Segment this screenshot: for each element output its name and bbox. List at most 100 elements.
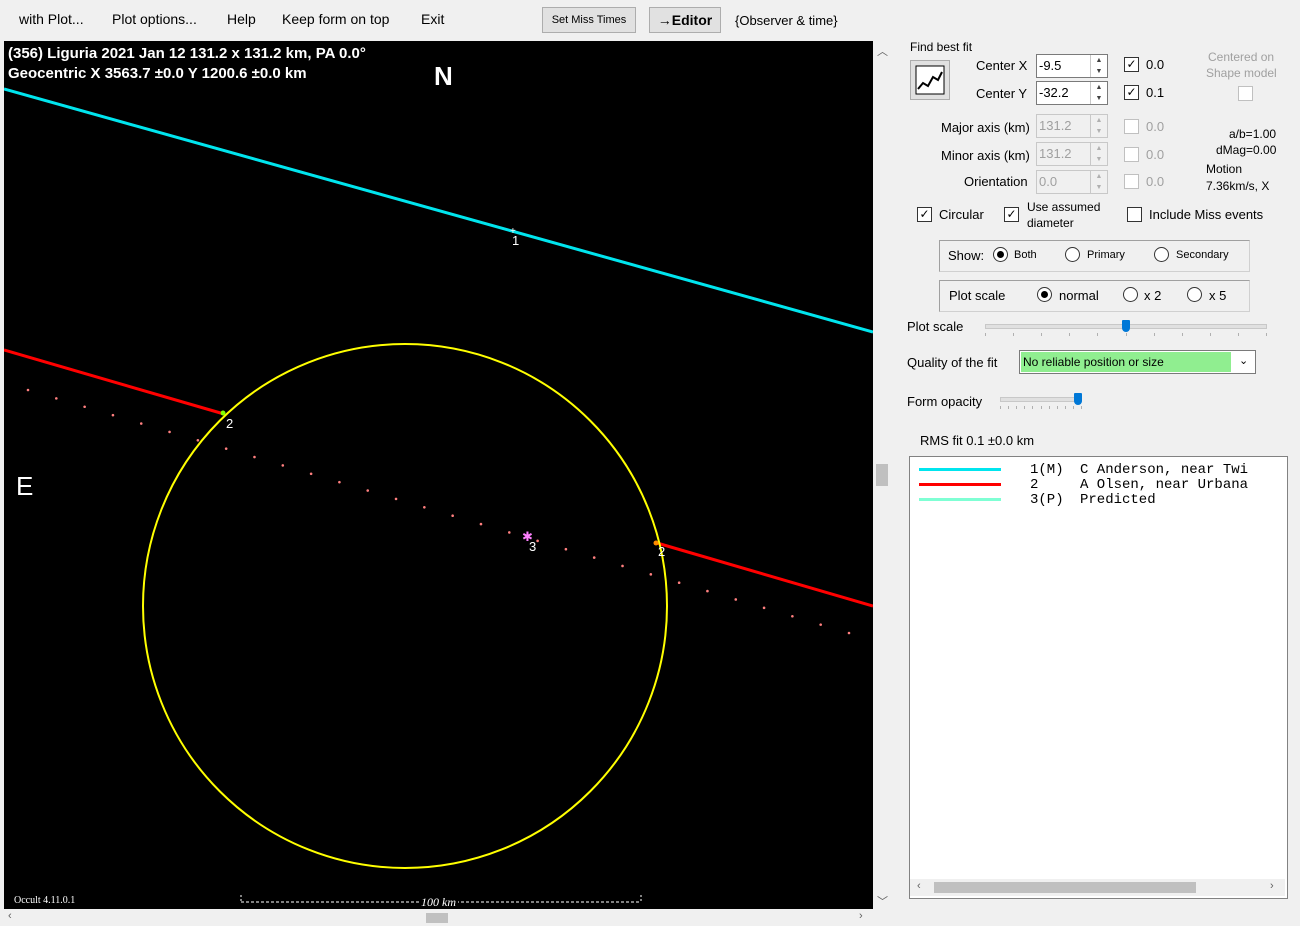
- editor-button[interactable]: →Editor: [649, 7, 721, 33]
- plot-scale-slider-thumb[interactable]: [1122, 320, 1130, 332]
- predicted-path-dot: [111, 413, 115, 417]
- minor-axis-checkbox[interactable]: [1124, 147, 1139, 162]
- center-x-up-icon[interactable]: ▲: [1091, 55, 1107, 66]
- set-miss-times-button[interactable]: Set Miss Times: [542, 7, 636, 33]
- legend-scroll-right-icon[interactable]: ›: [1270, 880, 1274, 892]
- minor-axis-input[interactable]: 131.2 ▲ ▼: [1036, 142, 1108, 166]
- circular-checkbox[interactable]: ✓: [917, 207, 932, 222]
- show-both-label: Both: [1014, 249, 1037, 261]
- scale-normal-radio[interactable]: [1037, 287, 1052, 302]
- shape-model-label: Shape model: [1206, 66, 1277, 80]
- predicted-path-dot: [536, 539, 539, 543]
- legend-text-3: Predicted: [1080, 492, 1156, 508]
- center-x-down-icon[interactable]: ▼: [1091, 66, 1107, 77]
- menu-keep-on-top[interactable]: Keep form on top: [282, 11, 389, 27]
- center-y-checkbox[interactable]: ✓: [1124, 85, 1139, 100]
- scroll-left-icon[interactable]: ‹: [8, 910, 12, 922]
- legend-text-1: C Anderson, near Twi: [1080, 462, 1249, 478]
- use-assumed-checkbox[interactable]: ✓: [1004, 207, 1019, 222]
- orientation-input[interactable]: 0.0 ▲ ▼: [1036, 170, 1108, 194]
- menu-with-plot[interactable]: with Plot...: [19, 11, 84, 27]
- find-best-fit-button[interactable]: [910, 60, 950, 100]
- menu-exit[interactable]: Exit: [421, 11, 444, 27]
- major-axis-step: 0.0: [1146, 119, 1165, 134]
- horizontal-scroll-thumb[interactable]: [426, 913, 448, 923]
- center-x-checkbox[interactable]: ✓: [1124, 57, 1139, 72]
- chord-label-2-west: 2: [226, 416, 234, 431]
- legend-item[interactable]: 1(M) C Anderson, near Twi: [910, 462, 1287, 478]
- show-both-radio[interactable]: [993, 247, 1008, 262]
- observer-legend-list[interactable]: 1(M) C Anderson, near Twi 2 A Olsen, nea…: [909, 456, 1288, 899]
- orientation-up-icon[interactable]: ▲: [1091, 171, 1107, 182]
- scroll-right-icon[interactable]: ›: [859, 910, 863, 922]
- show-primary-radio[interactable]: [1065, 247, 1080, 262]
- menu-plot-options[interactable]: Plot options...: [112, 11, 197, 27]
- legend-text-2: A Olsen, near Urbana: [1080, 477, 1249, 493]
- center-y-step: 0.1: [1146, 85, 1165, 100]
- form-opacity-slider-thumb[interactable]: [1074, 393, 1082, 405]
- scroll-down-icon[interactable]: ﹀: [877, 893, 888, 909]
- major-axis-input[interactable]: 131.2 ▲ ▼: [1036, 114, 1108, 138]
- minor-axis-up-icon[interactable]: ▲: [1091, 143, 1107, 154]
- predicted-path-dot: [196, 438, 200, 442]
- quality-select[interactable]: No reliable position or size ⌄: [1019, 350, 1256, 374]
- orientation-down-icon[interactable]: ▼: [1091, 182, 1107, 193]
- chord-label-1: 1: [512, 233, 520, 248]
- plot-scale-slider[interactable]: [985, 318, 1267, 338]
- predicted-path-dot: [762, 606, 766, 610]
- include-miss-checkbox[interactable]: [1127, 207, 1142, 222]
- predicted-path-dot: [253, 455, 256, 459]
- plot-scale-group-label: Plot scale: [949, 288, 1006, 303]
- menu-help[interactable]: Help: [227, 11, 256, 27]
- observer-time-menu[interactable]: {Observer & time}: [735, 13, 838, 28]
- legend-scroll-thumb[interactable]: [934, 882, 1196, 893]
- vertical-scroll-thumb[interactable]: [876, 464, 888, 486]
- predicted-path-dot: [649, 573, 653, 576]
- legend-scroll-left-icon[interactable]: ‹: [917, 880, 921, 892]
- predicted-path-dot: [423, 506, 426, 509]
- minor-axis-down-icon[interactable]: ▼: [1091, 154, 1107, 165]
- minor-axis-label: Minor axis (km): [941, 148, 1030, 163]
- scale-x2-radio[interactable]: [1123, 287, 1138, 302]
- center-y-down-icon[interactable]: ▼: [1091, 93, 1107, 104]
- rms-fit-label: RMS fit 0.1 ±0.0 km: [920, 433, 1035, 448]
- plot-horizontal-scrollbar[interactable]: ‹ ›: [4, 909, 873, 926]
- center-y-input[interactable]: -32.2 ▲ ▼: [1036, 81, 1108, 105]
- center-x-input[interactable]: -9.5 ▲ ▼: [1036, 54, 1108, 78]
- form-opacity-slider[interactable]: [1000, 391, 1082, 411]
- scale-x5-label: x 5: [1209, 288, 1227, 303]
- occultation-plot: + ✱ (356) Liguria 2021 Jan 12 131.2 x 13…: [4, 41, 873, 909]
- plot-vertical-scrollbar[interactable]: ︿ ﹀: [873, 41, 891, 909]
- show-secondary-label: Secondary: [1176, 249, 1229, 261]
- shape-model-checkbox[interactable]: [1238, 86, 1253, 101]
- scale-x5-radio[interactable]: [1187, 287, 1202, 302]
- centered-on-label: Centered on: [1208, 50, 1275, 64]
- dmag-value: dMag=0.00: [1216, 143, 1277, 157]
- center-y-label: Center Y: [976, 86, 1028, 101]
- predicted-path-dot: [139, 422, 143, 425]
- include-miss-label: Include Miss events: [1149, 207, 1264, 222]
- predicted-path-dot: [309, 472, 313, 476]
- predicted-path-dot: [224, 447, 228, 450]
- major-axis-checkbox[interactable]: [1124, 119, 1139, 134]
- plot-geocentric: Geocentric X 3563.7 ±0.0 Y 1200.6 ±0.0 k…: [8, 65, 307, 82]
- legend-id-1: 1(M): [1030, 462, 1064, 478]
- chord-label-2-east: 2: [658, 544, 666, 559]
- legend-item[interactable]: 3(P) Predicted: [910, 492, 1287, 508]
- show-secondary-radio[interactable]: [1154, 247, 1169, 262]
- asteroid-profile-ellipse: [142, 343, 668, 869]
- legend-line-3: [919, 498, 1001, 501]
- major-axis-down-icon[interactable]: ▼: [1091, 126, 1107, 137]
- center-x-step: 0.0: [1146, 57, 1165, 72]
- center-y-up-icon[interactable]: ▲: [1091, 82, 1107, 93]
- minor-axis-step: 0.0: [1146, 147, 1165, 162]
- motion-label: Motion: [1206, 162, 1243, 176]
- legend-horizontal-scrollbar[interactable]: ‹ ›: [910, 879, 1285, 896]
- scale-x2-label: x 2: [1144, 288, 1162, 303]
- major-axis-up-icon[interactable]: ▲: [1091, 115, 1107, 126]
- version-label: Occult 4.11.0.1: [14, 895, 76, 906]
- scroll-up-icon[interactable]: ︿: [877, 43, 888, 59]
- orientation-checkbox[interactable]: [1124, 174, 1139, 189]
- chevron-down-icon[interactable]: ⌄: [1239, 354, 1248, 367]
- legend-item[interactable]: 2 A Olsen, near Urbana: [910, 477, 1287, 493]
